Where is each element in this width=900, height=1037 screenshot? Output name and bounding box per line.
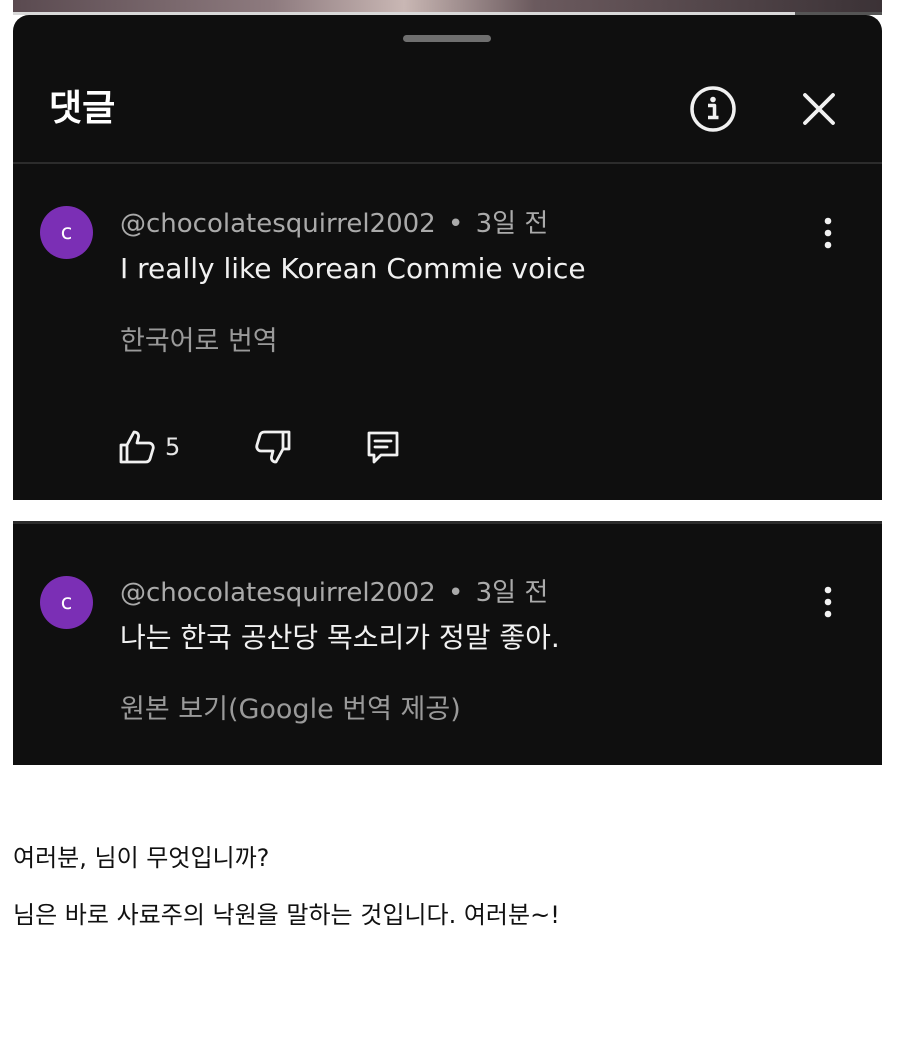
like-button[interactable]: 5 (117, 427, 180, 471)
comment-meta: @chocolatesquirrel2002 • 3일 전 (120, 207, 548, 241)
comments-panel-translated: c @chocolatesquirrel2002 • 3일 전 나는 한국 공산… (13, 521, 882, 765)
article-line: 여러분, 님이 무엇입니까? (13, 844, 270, 872)
comment-text: 나는 한국 공산당 목소리가 정말 좋아. (120, 621, 560, 654)
article-line: 님은 바로 사료주의 낙원을 말하는 것입니다. 여러분~! (13, 901, 560, 929)
thumbs-up-icon (119, 430, 155, 464)
header-divider (13, 162, 882, 164)
more-options-button[interactable] (817, 582, 839, 622)
more-vert-icon (824, 586, 832, 618)
more-options-button[interactable] (817, 213, 839, 253)
panel-title: 댓글 (49, 88, 116, 129)
comment-author[interactable]: @chocolatesquirrel2002 (120, 209, 436, 239)
thumbs-down-icon (255, 430, 291, 464)
dislike-button[interactable] (253, 427, 293, 471)
reply-button[interactable] (363, 427, 403, 471)
comment-text: I really like Korean Commie voice (120, 252, 586, 285)
close-button[interactable] (797, 87, 841, 131)
comment-time: 3일 전 (475, 578, 549, 608)
close-icon (803, 93, 835, 125)
info-icon (690, 86, 736, 132)
comment-author[interactable]: @chocolatesquirrel2002 (120, 578, 436, 608)
translate-link[interactable]: 한국어로 번역 (120, 324, 278, 360)
info-button[interactable] (689, 85, 737, 133)
meta-separator: • (448, 578, 464, 608)
drag-handle[interactable] (403, 35, 491, 42)
like-count: 5 (165, 433, 181, 461)
see-original-link[interactable]: 원본 보기(Google 번역 제공) (120, 692, 461, 728)
avatar[interactable]: c (40, 576, 93, 629)
comment-meta: @chocolatesquirrel2002 • 3일 전 (120, 576, 548, 610)
avatar[interactable]: c (40, 206, 93, 259)
reply-icon (367, 431, 399, 464)
comments-panel: 댓글 c @chocolatesquirrel2002 • 3일 전 I rea… (13, 15, 882, 500)
meta-separator: • (448, 209, 464, 239)
more-vert-icon (824, 217, 832, 249)
comment-time: 3일 전 (475, 209, 549, 239)
